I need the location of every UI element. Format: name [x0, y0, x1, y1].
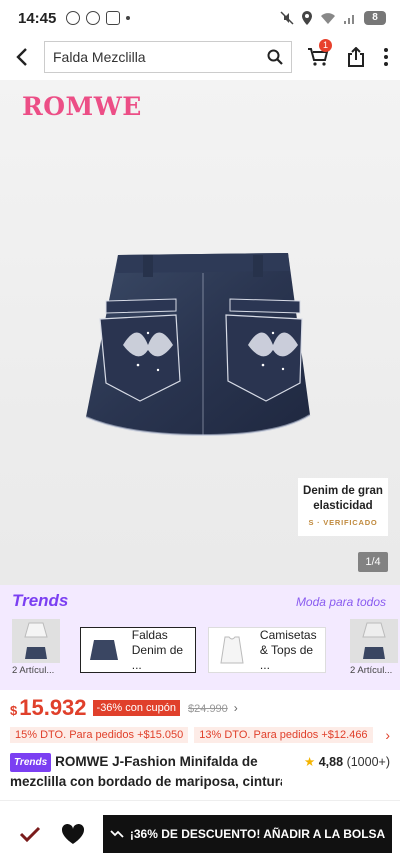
- top-thumbnail: [217, 632, 248, 668]
- price-row: $ 15.932 -36% con cupón $24.990 ›: [10, 695, 390, 723]
- promo-tag: 15% DTO. Para pedidos +$15.050: [10, 727, 189, 743]
- search-field[interactable]: Falda Mezclilla: [44, 41, 292, 73]
- search-header: Falda Mezclilla 1: [0, 36, 400, 78]
- outfit-image: [362, 622, 386, 659]
- rating-count: (1000+): [346, 755, 390, 769]
- more-notifications-icon: [126, 16, 131, 20]
- promo-tag: 13% DTO. Para pedidos +$12.466: [194, 727, 373, 743]
- feature-badge: Denim de gran elasticidad S · VERIFICADO: [298, 478, 388, 536]
- trends-badge: Trends: [10, 753, 52, 772]
- search-icon[interactable]: [267, 49, 283, 65]
- check-icon: [19, 826, 40, 842]
- dot-icon: [384, 62, 388, 66]
- promotions-row[interactable]: 15% DTO. Para pedidos +$15.050 13% DTO. …: [10, 725, 390, 745]
- trend-outfit-item[interactable]: 2 Artícul...: [350, 619, 398, 676]
- more-options-button[interactable]: [374, 37, 398, 77]
- product-title-line2: mezclilla con bordado de mariposa, cintu…: [10, 774, 282, 789]
- top-thumb-image: [220, 636, 245, 664]
- whatsapp-icon: [86, 11, 101, 25]
- trends-tagline: Moda para todos: [295, 595, 386, 609]
- trend-caption: 2 Artícul...: [12, 665, 55, 676]
- trend-caption: 2 Artícul...: [350, 665, 393, 676]
- cart-count-badge: 1: [319, 39, 332, 52]
- battery-icon: 8: [364, 11, 386, 25]
- signal-icon: [344, 14, 354, 24]
- add-to-bag-button[interactable]: ¡36% DE DESCUENTO! AÑADIR A LA BOLSA: [103, 814, 392, 853]
- feature-title-line2: elasticidad: [313, 500, 373, 512]
- status-time: 14:45: [18, 9, 57, 27]
- price-value: 15.932: [19, 695, 87, 720]
- trends-logo[interactable]: Trends: [12, 591, 68, 611]
- trend-label-line2: & Tops de ...: [259, 642, 314, 672]
- trend-label-line1: Faldas: [131, 627, 168, 642]
- share-button[interactable]: [338, 37, 374, 77]
- heart-icon: [62, 823, 85, 844]
- product-image-gallery[interactable]: ROMWE Denim de gran elasticidad S · VERI…: [0, 80, 400, 585]
- image-counter: 1/4: [358, 552, 388, 572]
- search-input[interactable]: Falda Mezclilla: [53, 49, 267, 65]
- trend-label-line1: Camisetas: [259, 627, 317, 642]
- feature-verified: S · VERIFICADO: [308, 518, 378, 527]
- trend-label-line2: Denim de ...: [131, 642, 184, 672]
- product-title[interactable]: Trends ROMWE J-Fashion Minifalda de: [10, 752, 282, 772]
- add-to-bag-label: ¡36% DE DESCUENTO! AÑADIR A LA BOLSA: [129, 826, 386, 841]
- discount-badge: -36% con cupón: [92, 700, 181, 716]
- outfit-image: [24, 622, 48, 659]
- trend-category-card[interactable]: Camisetas & Tops de ...: [208, 627, 326, 673]
- skirt-thumbnail: [89, 632, 120, 668]
- rating-value: 4,88: [318, 755, 344, 769]
- chevron-right-icon[interactable]: ›: [234, 701, 238, 715]
- chevron-right-icon[interactable]: ›: [385, 727, 390, 743]
- bottom-action-bar: ¡36% DE DESCUENTO! AÑADIR A LA BOLSA: [0, 800, 400, 866]
- trend-category-card[interactable]: Faldas Denim de ...: [80, 627, 196, 673]
- original-price: $24.990: [188, 703, 228, 715]
- title-line1: ROMWE J-Fashion Minifalda de: [55, 754, 258, 769]
- system-icons: 8: [280, 11, 386, 25]
- cart-button[interactable]: 1: [298, 37, 338, 77]
- skirt-thumb-image: [90, 640, 119, 660]
- outfit-thumbnail: [12, 619, 60, 663]
- wishlist-button[interactable]: [52, 812, 96, 856]
- wifi-icon: [321, 12, 335, 24]
- uber-eats-icon: [106, 11, 121, 25]
- dot-icon: [384, 48, 388, 52]
- trends-strip: Trends Moda para todos 2 Artícul... Fald…: [0, 585, 400, 690]
- trend-down-icon: [110, 829, 124, 838]
- outfit-thumbnail: [350, 619, 398, 663]
- mute-icon: [280, 11, 294, 25]
- back-button[interactable]: [0, 36, 44, 78]
- chevron-left-icon: [16, 48, 27, 66]
- price-currency: $: [10, 703, 18, 718]
- brand-logo: ROMWE: [22, 92, 142, 121]
- dot-icon: [384, 55, 388, 59]
- status-bar: 14:45 8: [0, 0, 400, 36]
- feature-title-line1: Denim de gran: [303, 485, 383, 497]
- product-rating[interactable]: ★ 4,88 (1000+): [304, 754, 390, 769]
- product-title-row: Trends ROMWE J-Fashion Minifalda de mezcl…: [10, 752, 390, 792]
- fingerprint-icon: [66, 11, 81, 25]
- check-button[interactable]: [8, 812, 52, 856]
- location-icon: [302, 11, 312, 25]
- star-icon: ★: [304, 755, 316, 769]
- share-icon: [348, 47, 364, 67]
- notification-icons: [66, 11, 131, 25]
- trend-outfit-item[interactable]: 2 Artícul...: [12, 619, 60, 676]
- denim-skirt-image: [85, 253, 311, 437]
